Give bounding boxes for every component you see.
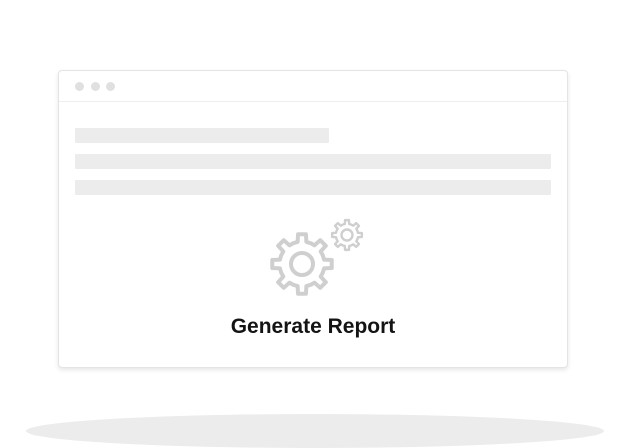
skeleton-line [75, 180, 551, 195]
generate-report-title: Generate Report [230, 315, 396, 338]
browser-window-mockup: Generate Report [58, 70, 568, 368]
window-dot-icon [106, 82, 115, 91]
floor-shadow [26, 414, 604, 448]
gears-icon [265, 213, 369, 303]
window-dot-icon [75, 82, 84, 91]
window-dot-icon [91, 82, 100, 91]
window-titlebar [59, 71, 567, 102]
skeleton-line-short [75, 128, 329, 143]
skeleton-line [75, 154, 551, 169]
